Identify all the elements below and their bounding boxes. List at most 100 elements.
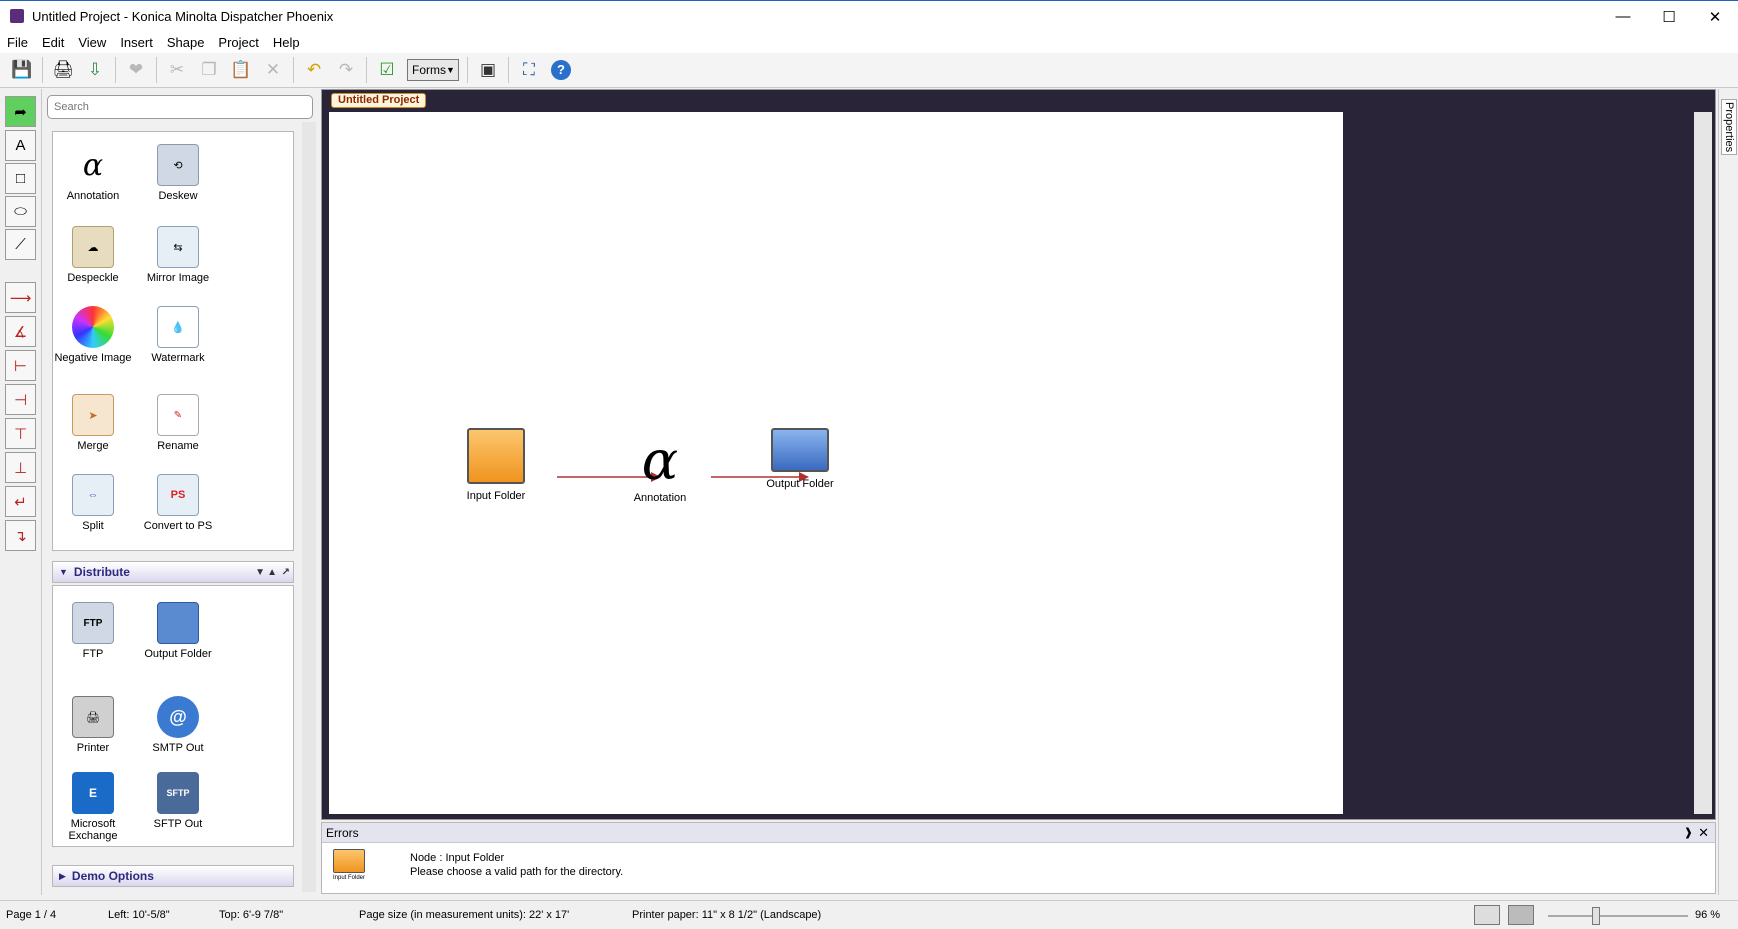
elbow-connector-4-icon[interactable]: ⊥ — [5, 452, 36, 483]
shape-tile-annotation[interactable]: α Annotation — [53, 144, 133, 203]
popout-icon[interactable]: ↗ — [282, 567, 290, 578]
despeckle-icon: ☁ — [72, 226, 114, 268]
menu-file[interactable]: File — [0, 35, 35, 50]
close-button[interactable]: ✕ — [1692, 1, 1738, 32]
zoom-slider-thumb[interactable] — [1592, 907, 1600, 925]
properties-side-tab: Properties — [1718, 89, 1738, 895]
toolbar-separator — [366, 57, 367, 83]
elbow-connector-2-icon[interactable]: ⊣ — [5, 384, 36, 415]
rectangle-tool-icon[interactable]: □ — [5, 163, 36, 194]
minimize-button[interactable]: — — [1600, 1, 1646, 32]
shape-tile-convert-to-ps[interactable]: PS Convert to PS — [138, 474, 218, 532]
shape-tile-merge[interactable]: ➤ Merge — [53, 394, 133, 452]
unpin-icon[interactable]: ▲ — [267, 567, 277, 578]
shape-tile-rename[interactable]: ✎ Rename — [138, 394, 218, 452]
copy-icon[interactable]: ❐ — [193, 55, 225, 85]
shape-tile-despeckle[interactable]: ☁ Despeckle — [53, 226, 133, 284]
toolbar-separator — [156, 57, 157, 83]
heart-icon[interactable]: ❤ — [120, 55, 152, 85]
toolbar-separator — [508, 57, 509, 83]
shape-tile-split[interactable]: ⇔ Split — [53, 474, 133, 532]
pointer-tool-icon[interactable]: ➦ — [5, 96, 36, 127]
shape-tile-watermark[interactable]: 💧 Watermark — [138, 306, 218, 364]
pin-icon[interactable]: ▼ — [255, 567, 265, 578]
cut-icon[interactable]: ✂ — [161, 55, 193, 85]
ellipse-tool-icon[interactable]: ⬭ — [5, 196, 36, 227]
loop-connector-2-icon[interactable]: ↴ — [5, 520, 36, 551]
shape-tile-ftp[interactable]: FTP FTP — [53, 602, 133, 660]
menu-view[interactable]: View — [71, 35, 113, 50]
print-icon[interactable]: 🖨 — [47, 55, 79, 85]
deploy-icon[interactable]: ▣ — [472, 55, 504, 85]
search-input[interactable] — [47, 95, 313, 119]
shape-tile-printer[interactable]: 🖨 Printer — [53, 696, 133, 754]
error-message: Node : Input Folder Please choose a vali… — [410, 851, 623, 879]
distribute-group-header[interactable]: ▼ Distribute ▼ ▲ ↗ — [52, 561, 294, 583]
validate-icon[interactable]: ☑ — [371, 55, 403, 85]
shape-tile-output-folder[interactable]: Output Folder — [138, 602, 218, 660]
distribute-shapes-panel: FTP FTP Output Folder 🖨 Printer @ SMTP O… — [52, 585, 294, 847]
undo-icon[interactable]: ↶ — [298, 55, 330, 85]
zoom-level: 96 % — [1695, 909, 1721, 921]
error-node-thumbnail[interactable]: Input Folder — [330, 849, 368, 881]
app-icon — [10, 9, 24, 23]
input-folder-icon — [333, 849, 365, 873]
shape-tile-deskew[interactable]: ⟲ Deskew — [138, 144, 218, 202]
shape-tile-sftp-out[interactable]: SFTP SFTP Out — [138, 772, 218, 830]
error-node-line: Node : Input Folder — [410, 852, 505, 864]
elbow-connector-3-icon[interactable]: ⊤ — [5, 418, 36, 449]
line-tool-icon[interactable]: ⟋ — [5, 229, 36, 260]
toolbar-separator — [467, 57, 468, 83]
loop-connector-icon[interactable]: ↵ — [5, 486, 36, 517]
menu-project[interactable]: Project — [211, 35, 265, 50]
menu-help[interactable]: Help — [266, 35, 307, 50]
redo-icon[interactable]: ↷ — [330, 55, 362, 85]
text-tool-icon[interactable]: A — [5, 130, 36, 161]
chevron-down-icon: ▼ — [446, 65, 455, 75]
shape-tile-mirror-image[interactable]: ⇆ Mirror Image — [138, 226, 218, 284]
project-tab[interactable]: Untitled Project — [331, 93, 427, 108]
shape-tile-microsoft-exchange[interactable]: E Microsoft Exchange — [53, 772, 133, 842]
connector-tool-icon[interactable]: ⟶ — [5, 282, 36, 313]
forms-dropdown[interactable]: Forms ▼ — [407, 59, 459, 81]
save-icon[interactable]: 💾 — [6, 55, 38, 85]
page-view-icon[interactable] — [1508, 905, 1534, 925]
menu-shape[interactable]: Shape — [160, 35, 212, 50]
toolbar: 💾 🖨 ⇩ ❤ ✂ ❐ 📋 ✕ ↶ ↷ ☑ Forms ▼ ▣ ⛶ ? — [0, 53, 1738, 88]
shape-tile-negative-image[interactable]: Negative Image — [53, 306, 133, 364]
menu-edit[interactable]: Edit — [35, 35, 71, 50]
workflow-page[interactable]: Input Folder α Annotation Output Folder — [329, 112, 1343, 814]
negative-image-icon — [72, 306, 114, 348]
demo-options-group-title: Demo Options — [71, 869, 154, 883]
shape-tile-smtp-out[interactable]: @ SMTP Out — [138, 696, 218, 754]
node-annotation[interactable]: α Annotation — [615, 434, 705, 505]
shapes-panel-scrollbar[interactable] — [302, 122, 316, 892]
printer-icon: 🖨 — [72, 696, 114, 738]
errors-panel-header: Errors ❱ ✕ — [322, 823, 1715, 843]
normal-view-icon[interactable] — [1474, 905, 1500, 925]
input-folder-icon — [467, 428, 525, 484]
demo-options-group-header[interactable]: ▶ Demo Options — [52, 865, 294, 887]
zoom-slider[interactable] — [1548, 915, 1688, 917]
export-icon[interactable]: ⇩ — [79, 55, 111, 85]
maximize-button[interactable]: ☐ — [1646, 1, 1692, 32]
delete-icon[interactable]: ✕ — [257, 55, 289, 85]
fullscreen-icon[interactable]: ⛶ — [513, 55, 545, 85]
polyline-tool-icon[interactable]: ∡ — [5, 316, 36, 347]
help-icon[interactable]: ? — [545, 55, 577, 85]
canvas-scrollbar[interactable] — [1694, 112, 1712, 814]
properties-tab[interactable]: Properties — [1721, 99, 1737, 156]
elbow-connector-icon[interactable]: ⊢ — [5, 350, 36, 381]
status-page: Page 1 / 4 — [6, 909, 57, 921]
node-output-folder[interactable]: Output Folder — [755, 428, 845, 490]
deskew-icon: ⟲ — [157, 144, 199, 186]
pin-icon[interactable]: ❱ — [1684, 826, 1693, 839]
shapes-panel: α Annotation ⟲ Deskew ☁ Despeckle ⇆ Mirr… — [44, 89, 319, 895]
annotation-icon: α — [82, 147, 104, 183]
process-shapes-panel: α Annotation ⟲ Deskew ☁ Despeckle ⇆ Mirr… — [52, 131, 294, 551]
node-input-folder[interactable]: Input Folder — [451, 428, 541, 502]
distribute-group-title: Distribute — [73, 565, 130, 579]
close-icon[interactable]: ✕ — [1698, 825, 1709, 841]
paste-icon[interactable]: 📋 — [225, 55, 257, 85]
menu-insert[interactable]: Insert — [113, 35, 160, 50]
